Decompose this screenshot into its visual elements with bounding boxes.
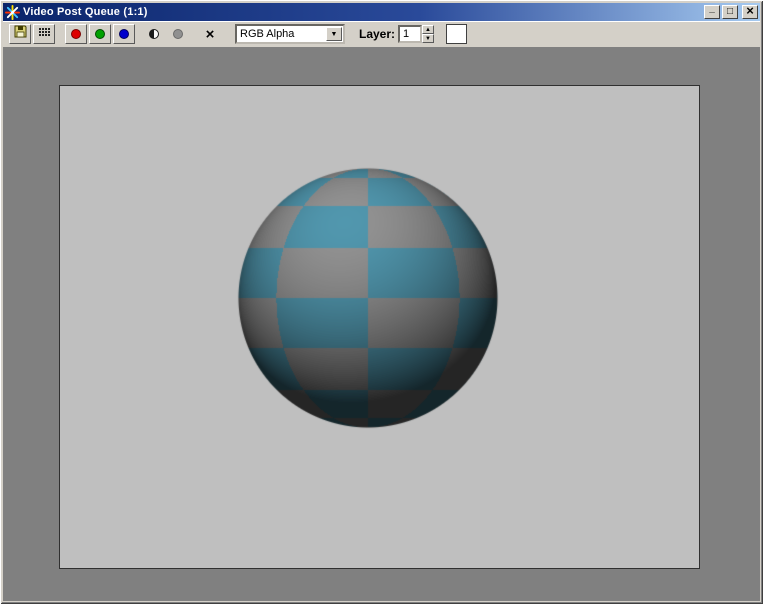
dotted-grid-icon xyxy=(37,24,52,44)
close-icon: × xyxy=(746,3,754,18)
alpha-channel-icon xyxy=(173,29,183,39)
render-framebuffer xyxy=(59,85,700,569)
red-channel-button[interactable] xyxy=(65,24,87,44)
close-button[interactable]: × xyxy=(742,3,758,19)
green-channel-button[interactable] xyxy=(89,24,111,44)
maximize-button[interactable]: □ xyxy=(722,5,738,19)
viewport-background xyxy=(3,47,760,601)
layer-spinner: ▲ ▼ xyxy=(422,25,435,43)
clear-button[interactable]: × xyxy=(199,24,221,44)
spin-up-icon: ▲ xyxy=(425,26,431,33)
rendered-sphere-canvas xyxy=(237,167,499,429)
blue-channel-button[interactable] xyxy=(113,24,135,44)
toolbar: × RGB Alpha ▼ Layer: ▲ ▼ xyxy=(3,21,760,47)
minimize-button[interactable]: _ xyxy=(704,3,720,19)
monochrome-button[interactable] xyxy=(143,24,165,44)
video-post-queue-window: Video Post Queue (1:1) _ □ × × RGB Alpha… xyxy=(0,0,763,604)
background-color-swatch[interactable] xyxy=(446,24,468,44)
title-bar[interactable]: Video Post Queue (1:1) _ □ × xyxy=(3,3,760,21)
window-title: Video Post Queue (1:1) xyxy=(23,6,148,18)
green-channel-icon xyxy=(95,29,105,39)
maximize-icon: □ xyxy=(726,6,734,17)
minimize-icon: _ xyxy=(709,3,715,14)
chevron-down-icon: ▼ xyxy=(330,30,338,38)
channel-display-value: RGB Alpha xyxy=(240,28,295,40)
channel-display-dropdown[interactable]: RGB Alpha ▼ xyxy=(235,24,345,44)
render-starburst-icon xyxy=(5,4,20,20)
spin-down-icon: ▼ xyxy=(425,35,431,42)
layer-spin-up-button[interactable]: ▲ xyxy=(422,25,435,34)
save-image-button[interactable] xyxy=(9,24,31,44)
clone-button[interactable] xyxy=(33,24,55,44)
alpha-channel-button[interactable] xyxy=(167,24,189,44)
dropdown-button[interactable]: ▼ xyxy=(326,27,342,41)
floppy-disk-icon xyxy=(13,24,28,44)
clear-x-icon: × xyxy=(205,25,215,43)
half-filled-circle-icon xyxy=(149,29,159,39)
layer-label: Layer: xyxy=(359,27,396,41)
layer-input[interactable] xyxy=(398,25,423,43)
layer-spin-down-button[interactable]: ▼ xyxy=(422,34,435,43)
blue-channel-icon xyxy=(119,29,129,39)
red-channel-icon xyxy=(71,29,81,39)
